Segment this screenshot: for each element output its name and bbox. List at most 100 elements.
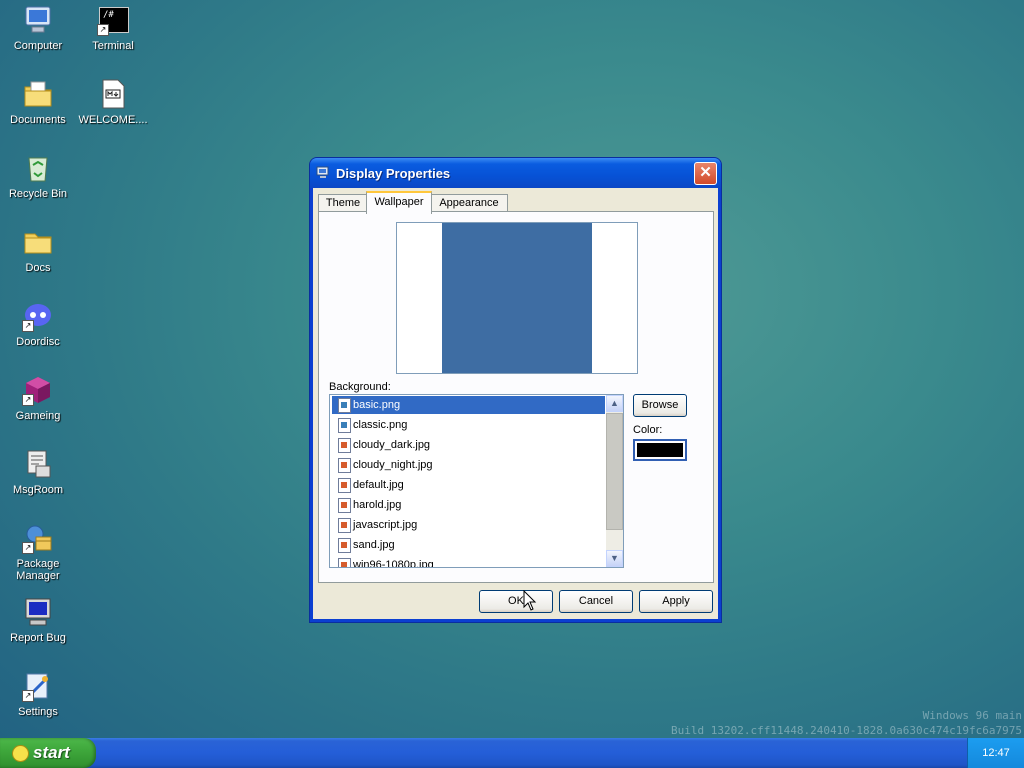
computer-icon <box>22 4 54 36</box>
list-item[interactable]: win96-1080p.jpg <box>332 556 605 568</box>
desktop-icon-computer[interactable]: Computer <box>1 4 75 52</box>
desktop-icon-label: Documents <box>10 114 66 126</box>
list-item-label: classic.png <box>353 419 408 431</box>
image-file-icon <box>338 458 351 473</box>
close-icon: ✕ <box>699 164 712 181</box>
desktop-icon-label: MsgRoom <box>12 484 64 496</box>
desktop-icon-settings[interactable]: ↗ Settings <box>1 670 75 718</box>
recycle-bin-icon <box>22 152 54 184</box>
color-label: Color: <box>633 424 663 436</box>
image-file-icon <box>338 518 351 533</box>
list-item[interactable]: cloudy_night.jpg <box>332 456 605 474</box>
background-label: Background: <box>329 381 391 393</box>
settings-icon: ↗ <box>22 670 54 702</box>
desktop-icon-package-manager[interactable]: ↗ Package Manager <box>1 522 75 582</box>
display-properties-window: Display Properties ✕ Theme Wallpaper App… <box>310 158 721 622</box>
desktop-icon-label: Doordisc <box>16 336 60 348</box>
shortcut-arrow-icon: ↗ <box>22 542 34 554</box>
list-item[interactable]: javascript.jpg <box>332 516 605 534</box>
window-client-area: Theme Wallpaper Appearance Background: b… <box>313 188 718 619</box>
tab-theme[interactable]: Theme <box>318 194 368 212</box>
desktop-icon-recycle-bin[interactable]: Recycle Bin <box>1 152 75 200</box>
list-item[interactable]: sand.jpg <box>332 536 605 554</box>
display-properties-icon <box>316 165 331 180</box>
color-swatch <box>637 443 683 457</box>
image-file-icon <box>338 438 351 453</box>
system-tray: 12:47 <box>967 738 1024 768</box>
build-watermark-line1: Windows 96 main <box>922 709 1022 722</box>
build-watermark-line2: Build 13202.cff11448.240410-1828.0a630c4… <box>671 724 1022 737</box>
desktop-icon-label: Computer <box>13 40 63 52</box>
chevron-up-icon: ▲ <box>610 398 619 408</box>
wallpaper-preview <box>396 222 638 374</box>
desktop-icon-docs[interactable]: Docs <box>1 226 75 274</box>
tab-appearance[interactable]: Appearance <box>430 194 508 212</box>
window-titlebar[interactable]: Display Properties ✕ <box>310 158 721 188</box>
desktop-icon-terminal[interactable]: /# ↗ Terminal <box>76 4 150 52</box>
shortcut-arrow-icon: ↗ <box>97 24 109 36</box>
monitor-icon <box>22 596 54 628</box>
taskbar: start 12:47 <box>0 738 1024 768</box>
scroll-up-button[interactable]: ▲ <box>606 395 623 412</box>
scrollbar-thumb[interactable] <box>606 413 623 530</box>
image-file-icon <box>338 558 351 567</box>
smiley-icon <box>12 745 29 762</box>
desktop-icon-label: Package Manager <box>16 558 60 582</box>
ok-button[interactable]: OK <box>479 590 553 613</box>
desktop-icon-label: WELCOME.... <box>78 114 148 126</box>
desktop-icon-msgroom[interactable]: MsgRoom <box>1 448 75 496</box>
mouse-cursor-icon <box>523 590 537 611</box>
list-item[interactable]: cloudy_dark.jpg <box>332 436 605 454</box>
wallpaper-tab-panel: Background: basic.png classic.png cloudy… <box>318 211 714 583</box>
list-item-label: cloudy_night.jpg <box>353 459 433 471</box>
list-item[interactable]: default.jpg <box>332 476 605 494</box>
background-file-list[interactable]: basic.png classic.png cloudy_dark.jpg cl… <box>329 394 624 568</box>
desktop-icon-label: Settings <box>18 706 58 718</box>
wallpaper-preview-image <box>442 223 592 373</box>
color-picker-button[interactable] <box>633 439 687 461</box>
package-icon: ↗ <box>22 522 54 554</box>
browse-button[interactable]: Browse <box>633 394 687 417</box>
cube-icon: ↗ <box>22 374 54 406</box>
desktop-icon-documents[interactable]: Documents <box>1 78 75 126</box>
desktop-icon-doordisc[interactable]: ↗ Doordisc <box>1 300 75 348</box>
image-file-icon <box>338 398 351 413</box>
scroll-down-button[interactable]: ▼ <box>606 550 623 567</box>
desktop-icon-label: Recycle Bin <box>8 188 68 200</box>
image-file-icon <box>338 418 351 433</box>
desktop-icon-report-bug[interactable]: Report Bug <box>1 596 75 644</box>
list-item[interactable]: harold.jpg <box>332 496 605 514</box>
list-item-label: javascript.jpg <box>353 519 418 531</box>
desktop-icon-label: Gameing <box>15 410 61 422</box>
list-item-label: win96-1080p.jpg <box>353 559 434 568</box>
window-title: Display Properties <box>336 166 451 181</box>
apply-button[interactable]: Apply <box>639 590 713 613</box>
image-file-icon <box>338 478 351 493</box>
close-button[interactable]: ✕ <box>694 162 717 185</box>
shortcut-arrow-icon: ↗ <box>22 320 34 332</box>
desktop-icon-label: Terminal <box>92 40 134 52</box>
list-item[interactable]: basic.png <box>332 396 605 414</box>
list-scrollbar[interactable]: ▲ ▼ <box>606 395 623 567</box>
list-item-label: harold.jpg <box>353 499 402 511</box>
list-item[interactable]: classic.png <box>332 416 605 434</box>
desktop-icon-welcome[interactable]: WELCOME.... <box>76 78 150 126</box>
desktop-icon-label: Docs <box>25 262 51 274</box>
clock[interactable]: 12:47 <box>982 747 1010 759</box>
chevron-down-icon: ▼ <box>610 553 619 563</box>
start-label: start <box>33 743 70 762</box>
cancel-button[interactable]: Cancel <box>559 590 633 613</box>
desktop-icon-gameing[interactable]: ↗ Gameing <box>1 374 75 422</box>
shortcut-arrow-icon: ↗ <box>22 690 34 702</box>
list-item-label: cloudy_dark.jpg <box>353 439 431 451</box>
terminal-icon: /# ↗ <box>97 4 129 36</box>
terminal-prompt-glyph: /# <box>103 10 114 20</box>
list-item-label: default.jpg <box>353 479 404 491</box>
tab-wallpaper[interactable]: Wallpaper <box>366 191 432 214</box>
folder-icon <box>22 226 54 258</box>
start-button[interactable]: start <box>0 738 96 768</box>
image-file-icon <box>338 498 351 513</box>
image-file-icon <box>338 538 351 553</box>
markdown-file-icon <box>97 78 129 110</box>
shortcut-arrow-icon: ↗ <box>22 394 34 406</box>
